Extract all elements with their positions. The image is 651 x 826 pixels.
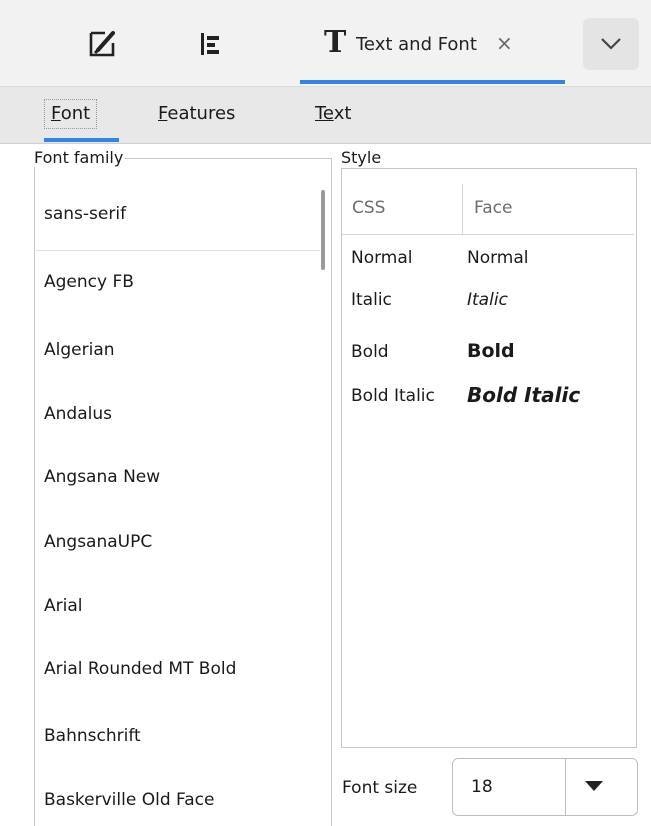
style-css-bold-italic[interactable]: Bold Italic [351, 386, 435, 406]
subtab-features[interactable]: Features [158, 103, 235, 124]
list-separator [36, 250, 320, 251]
align-tab[interactable] [190, 24, 230, 64]
list-item[interactable]: Arial Rounded MT Bold [44, 659, 236, 679]
style-face-bold-italic[interactable]: Bold Italic [467, 383, 580, 407]
list-item[interactable]: Baskerville Old Face [44, 790, 214, 810]
subtab-font[interactable]: Font [44, 99, 98, 129]
list-item[interactable]: Andalus [44, 404, 112, 424]
style-legend: Style [341, 148, 384, 167]
subtab-bar: Font Features Text [0, 87, 651, 144]
close-tab-icon[interactable]: × [496, 31, 513, 55]
active-subtab-indicator [44, 138, 119, 142]
combo-divider [565, 759, 566, 815]
brush-icon [89, 31, 115, 57]
column-header-css[interactable]: CSS [352, 198, 385, 218]
align-icon [201, 33, 219, 55]
chevron-down-icon [601, 38, 621, 50]
active-tab-indicator [300, 80, 565, 84]
tab-menu-button[interactable] [583, 18, 639, 70]
dialog-tab-bar: T Text and Font × [0, 0, 651, 87]
column-divider [462, 184, 463, 234]
style-css-italic[interactable]: Italic [351, 290, 392, 310]
dropdown-arrow-icon[interactable] [585, 781, 603, 791]
tab-text-and-font[interactable]: T Text and Font × [300, 0, 565, 86]
list-item[interactable]: sans-serif [44, 204, 126, 224]
style-face-italic[interactable]: Italic [467, 290, 508, 310]
font-size-combobox[interactable]: 18 [452, 758, 638, 816]
column-header-face[interactable]: Face [474, 198, 512, 218]
subtab-text[interactable]: Text [315, 103, 351, 124]
font-size-value[interactable]: 18 [471, 777, 493, 797]
style-table-header: CSS Face [342, 184, 634, 235]
font-family-legend: Font family [34, 148, 126, 167]
list-item[interactable]: Angsana New [44, 467, 160, 487]
style-css-normal[interactable]: Normal [351, 248, 413, 268]
font-family-list[interactable]: sans-serif Agency FB Algerian Andalus An… [36, 178, 328, 825]
list-item[interactable]: AngsanaUPC [44, 532, 152, 552]
fill-stroke-tab[interactable] [82, 24, 122, 64]
list-item[interactable]: Algerian [44, 340, 115, 360]
text-tool-icon: T [324, 25, 347, 60]
tab-label: Text and Font [356, 34, 477, 55]
style-face-normal[interactable]: Normal [467, 248, 529, 268]
list-item[interactable]: Arial [44, 596, 82, 616]
style-face-bold[interactable]: Bold [467, 340, 515, 362]
font-size-label: Font size [342, 778, 418, 798]
list-item[interactable]: Agency FB [44, 272, 134, 292]
style-css-bold[interactable]: Bold [351, 342, 389, 362]
scrollbar-thumb[interactable] [321, 190, 325, 270]
list-item[interactable]: Bahnschrift [44, 726, 141, 746]
